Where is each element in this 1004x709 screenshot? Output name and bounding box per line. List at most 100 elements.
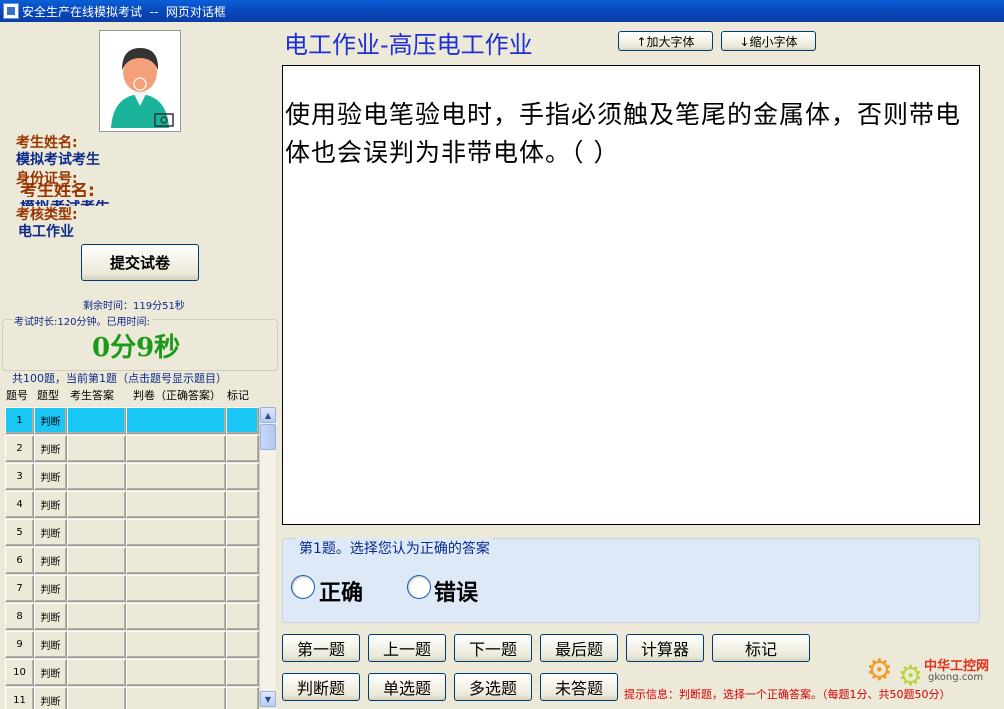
mark-cell (226, 519, 259, 546)
grading-cell (126, 435, 226, 462)
grading-cell (126, 547, 226, 574)
question-type-cell: 判断 (34, 659, 67, 686)
question-number-cell[interactable]: 10 (5, 659, 34, 686)
grading-cell (126, 687, 226, 709)
candidate-answer-cell (67, 575, 126, 602)
grading-cell (126, 603, 226, 630)
grading-cell (126, 519, 226, 546)
submit-exam-button[interactable]: 提交试卷 (81, 244, 199, 281)
question-type-cell: 判断 (34, 603, 67, 630)
filter-single-choice-button[interactable]: 单选题 (368, 673, 446, 701)
scroll-up-icon[interactable]: ▲ (260, 407, 276, 423)
question-list-scrollbar[interactable]: ▲ ▼ (259, 407, 276, 707)
candidate-answer-cell (67, 519, 126, 546)
table-row[interactable]: 5 判断 (5, 519, 259, 547)
table-row[interactable]: 1 判断 (5, 407, 259, 435)
table-row[interactable]: 9 判断 (5, 631, 259, 659)
mark-button[interactable]: 标记 (712, 634, 810, 662)
candidate-answer-cell (67, 687, 126, 709)
mark-cell (226, 631, 259, 658)
candidate-answer-cell (67, 659, 126, 686)
mark-cell (226, 491, 259, 518)
question-type-cell: 判断 (34, 519, 67, 546)
radio-true[interactable] (291, 575, 315, 599)
table-row[interactable]: 11 判断 (5, 687, 259, 709)
question-type-cell: 判断 (34, 435, 67, 462)
table-row[interactable]: 10 判断 (5, 659, 259, 687)
calculator-button[interactable]: 计算器 (626, 634, 704, 662)
elapsed-time: 0分9秒 (92, 333, 181, 363)
subject-title: 电工作业-高压电工作业 (284, 31, 533, 59)
gear-icon: ⚙ (898, 659, 924, 692)
col-header-mark: 标记 (227, 389, 249, 402)
ghost-name-label: 考生姓名: (20, 183, 95, 197)
col-header-num: 题号 (6, 389, 28, 402)
question-type-cell: 判断 (34, 687, 67, 709)
grading-cell (126, 407, 226, 434)
option-false-label[interactable]: 错误 (434, 575, 478, 607)
mark-cell (226, 407, 259, 434)
question-box: 使用验电笔验电时，手指必须触及笔尾的金属体，否则带电体也会误判为非带电体。（ ） (282, 65, 980, 525)
question-type-cell: 判断 (34, 631, 67, 658)
window-title: 安全生产在线模拟考试 -- 网页对话框 (22, 5, 226, 19)
mark-cell (226, 603, 259, 630)
question-number-cell[interactable]: 3 (5, 463, 34, 490)
avatar (103, 34, 177, 128)
candidate-answer-cell (67, 407, 126, 434)
person-avatar-icon (111, 48, 174, 128)
watermark-url: gkong.com (928, 672, 984, 683)
mark-cell (226, 435, 259, 462)
question-number-cell[interactable]: 2 (5, 435, 34, 462)
filter-multi-choice-button[interactable]: 多选题 (454, 673, 532, 701)
last-question-button[interactable]: 最后题 (540, 634, 618, 662)
col-header-answer: 考生答案 (70, 389, 114, 402)
candidate-answer-cell (67, 435, 126, 462)
question-number-cell[interactable]: 6 (5, 547, 34, 574)
answer-legend: 第1题。选择您认为正确的答案 (296, 538, 493, 558)
first-question-button[interactable]: 第一题 (282, 634, 360, 662)
increase-font-button[interactable]: ↑加大字体 (618, 31, 713, 51)
name-value: 模拟考试考生 (16, 152, 100, 168)
question-type-cell: 判断 (34, 407, 67, 434)
table-row[interactable]: 2 判断 (5, 435, 259, 463)
question-type-cell: 判断 (34, 491, 67, 518)
candidate-answer-cell (67, 463, 126, 490)
question-number-cell[interactable]: 11 (5, 687, 34, 709)
question-number-cell[interactable]: 5 (5, 519, 34, 546)
decrease-font-button[interactable]: ↓缩小字体 (721, 31, 816, 51)
candidate-photo-frame (99, 30, 181, 132)
table-row[interactable]: 4 判断 (5, 491, 259, 519)
mark-cell (226, 547, 259, 574)
mark-cell (226, 687, 259, 709)
question-number-cell[interactable]: 7 (5, 575, 34, 602)
filter-judgment-button[interactable]: 判断题 (282, 673, 360, 701)
grading-cell (126, 491, 226, 518)
col-header-grading: 判卷（正确答案） (133, 389, 221, 402)
table-row[interactable]: 8 判断 (5, 603, 259, 631)
question-number-cell[interactable]: 1 (5, 407, 34, 434)
question-type-cell: 判断 (34, 575, 67, 602)
table-row[interactable]: 6 判断 (5, 547, 259, 575)
candidate-answer-cell (67, 603, 126, 630)
question-number-cell[interactable]: 9 (5, 631, 34, 658)
question-text: 使用验电笔验电时，手指必须触及笔尾的金属体，否则带电体也会误判为非带电体。（ ） (285, 100, 962, 167)
question-summary: 共100题，当前第1题（点击题号显示题目） (12, 372, 227, 385)
question-number-cell[interactable]: 8 (5, 603, 34, 630)
question-number-cell[interactable]: 4 (5, 491, 34, 518)
watermark-logo: ⚙ ⚙ 中华工控网 gkong.com (866, 652, 996, 702)
remaining-time: 剩余时间：119分51秒 (83, 301, 185, 312)
app-icon (3, 3, 19, 19)
grading-cell (126, 575, 226, 602)
scroll-down-icon[interactable]: ▼ (260, 691, 276, 707)
scroll-thumb[interactable] (260, 424, 276, 450)
previous-question-button[interactable]: 上一题 (368, 634, 446, 662)
radio-false[interactable] (407, 575, 431, 599)
option-true-label[interactable]: 正确 (319, 575, 363, 607)
grading-cell (126, 463, 226, 490)
table-row[interactable]: 3 判断 (5, 463, 259, 491)
filter-unanswered-button[interactable]: 未答题 (540, 673, 618, 701)
next-question-button[interactable]: 下一题 (454, 634, 532, 662)
table-row[interactable]: 7 判断 (5, 575, 259, 603)
candidate-answer-cell (67, 631, 126, 658)
question-list: 1 判断 2 判断 3 判断 4 判断 5 判断 6 判断 7 判断 8 判断 9 判断 10 判断 11 判断 (5, 407, 259, 709)
